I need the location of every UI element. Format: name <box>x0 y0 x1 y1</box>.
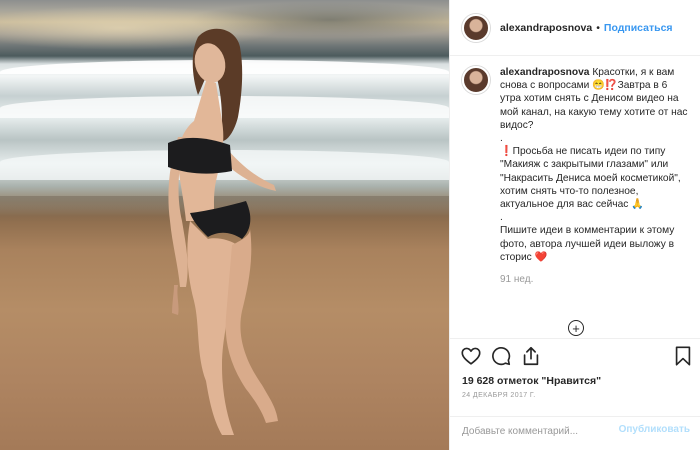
comment-input[interactable] <box>462 424 619 438</box>
caption-line: Пишите идеи в комментарии к этому фото, … <box>500 225 675 263</box>
post-sidebar: alexandraposnova • Подписаться alexandra… <box>449 0 700 450</box>
follow-button[interactable]: Подписаться <box>604 22 673 34</box>
like-count[interactable]: 19 628 отметок "Нравится" <box>462 375 601 387</box>
post-photo[interactable] <box>0 0 449 450</box>
divider <box>450 338 700 339</box>
publish-button[interactable]: Опубликовать <box>619 424 690 438</box>
load-more-comments-button[interactable]: + <box>568 320 584 336</box>
comment-icon[interactable] <box>490 345 512 367</box>
post-time-ago[interactable]: 91 нед. <box>500 273 690 286</box>
caption-dot: . <box>500 133 503 145</box>
divider <box>450 416 700 417</box>
caption-avatar[interactable] <box>462 66 490 94</box>
post-username[interactable]: alexandraposnova <box>500 22 592 34</box>
heart-icon[interactable] <box>460 345 482 367</box>
person-figure <box>168 28 278 435</box>
comment-form: Опубликовать <box>462 424 690 438</box>
caption-username[interactable]: alexandraposnova <box>500 67 589 78</box>
post-header: alexandraposnova • Подписаться <box>450 0 700 56</box>
post-date[interactable]: 24 ДЕКАБРЯ 2017 Г. <box>462 392 536 399</box>
caption-line: ❗Просьба не писать идеи по типу "Макияж … <box>500 146 681 211</box>
avatar[interactable] <box>462 13 490 42</box>
bookmark-icon[interactable] <box>672 345 694 367</box>
share-icon[interactable] <box>520 345 542 367</box>
action-bar <box>460 345 695 369</box>
caption-dot: . <box>500 212 503 224</box>
caption-block: alexandraposnova Красотки, я к вам снова… <box>450 66 700 346</box>
separator-dot: • <box>596 21 600 34</box>
caption-text: alexandraposnova Красотки, я к вам снова… <box>500 66 690 346</box>
